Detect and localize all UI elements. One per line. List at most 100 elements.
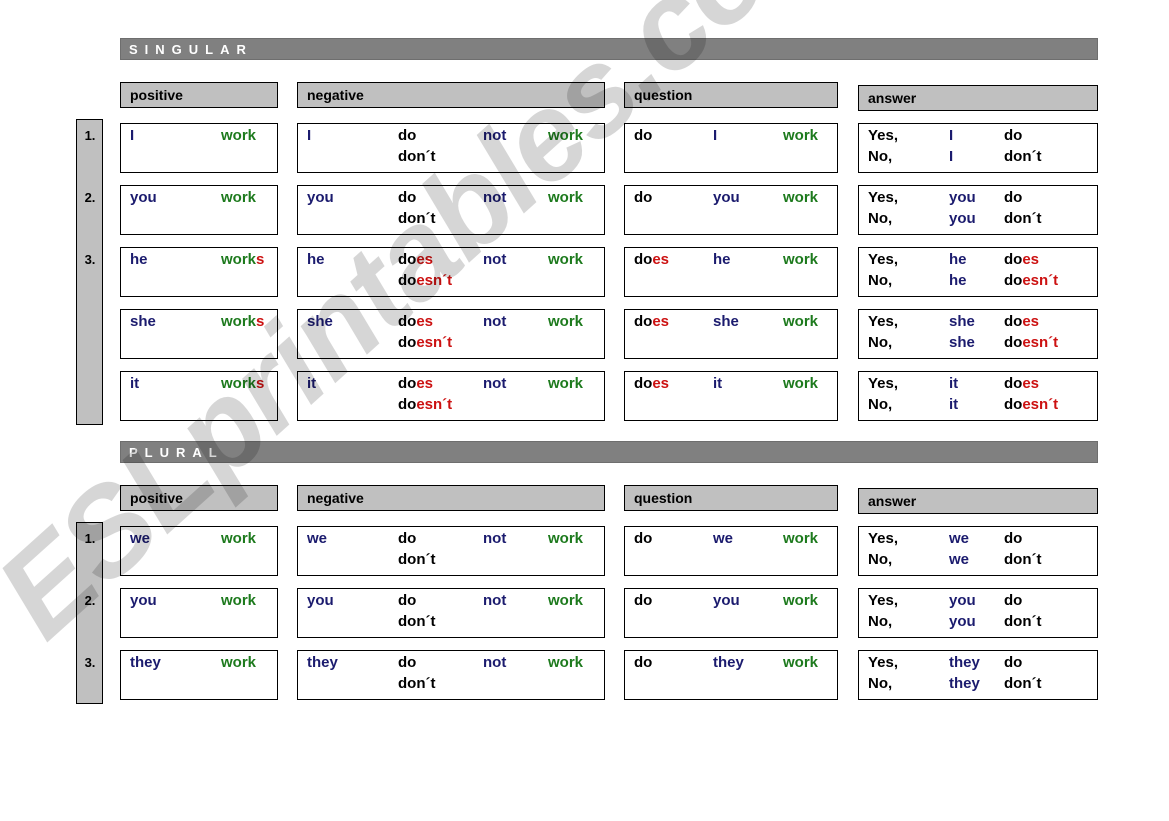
answer-no-subject: he <box>949 272 967 289</box>
negative-auxiliary: do <box>398 592 416 609</box>
negative-auxiliary-stem: do <box>398 654 417 671</box>
column-header-negative-singular: negative <box>297 82 605 108</box>
cell-answer[interactable]: Yes, No, I Ido don´t <box>858 123 1098 173</box>
negative-auxiliary-stem: do <box>398 530 417 547</box>
row-ordinal: 3. <box>84 655 96 670</box>
question-subject: you <box>713 189 740 206</box>
cell-positive[interactable]: you work <box>120 588 278 638</box>
negative-contraction: doesn´t <box>398 272 452 289</box>
answer-yes-auxiliary: do <box>1004 189 1022 206</box>
cell-answer[interactable]: Yes, No, they they do don´t <box>858 650 1098 700</box>
positive-subject: I <box>130 127 135 144</box>
answer-yes-lead: Yes, <box>868 127 899 144</box>
cell-negative[interactable]: you do don´t not work <box>297 185 605 235</box>
positive-verb-stem: work <box>221 592 257 609</box>
negative-contraction-suffix: esn´t <box>416 396 453 413</box>
positive-subject: he <box>130 251 148 268</box>
cell-question[interactable]: do Iwork <box>624 123 838 173</box>
cell-positive[interactable]: you work <box>120 185 278 235</box>
positive-verb-stem: work <box>221 127 257 144</box>
answer-yes-auxiliary-stem: do <box>1004 375 1023 392</box>
negative-contraction-stem: do <box>398 272 417 289</box>
negative-subject: I <box>307 127 312 144</box>
cell-negative[interactable]: you do don´t not work <box>297 588 605 638</box>
question-auxiliary-stem: do <box>634 313 653 330</box>
cell-answer[interactable]: Yes, No, you you do don´t <box>858 185 1098 235</box>
cell-answer[interactable]: Yes, No, it it does doesn´t <box>858 371 1098 421</box>
cell-question[interactable]: does he work <box>624 247 838 297</box>
negative-contraction: don´t <box>398 148 435 165</box>
answer-no-auxiliary-stem: do <box>1004 334 1023 351</box>
answer-yes-auxiliary-stem: do <box>1004 251 1023 268</box>
positive-verb: work <box>221 654 256 671</box>
cell-positive[interactable]: Iwork <box>120 123 278 173</box>
negative-verb: work <box>548 127 584 144</box>
negative-not: not <box>483 530 507 547</box>
cell-answer[interactable]: Yes, No, he he does doesn´t <box>858 247 1098 297</box>
question-subject: he <box>713 251 731 268</box>
positive-verb-suffix: s <box>256 251 265 268</box>
negative-contraction: don´t <box>398 613 435 630</box>
question-auxiliary: do <box>634 127 652 144</box>
column-header-answer-singular: answer <box>858 85 1098 111</box>
question-verb: work <box>783 530 819 547</box>
answer-no-auxiliary-stem: don´t <box>1004 148 1042 165</box>
positive-verb-stem: work <box>221 530 257 547</box>
cell-negative[interactable]: he does doesn´t not work <box>297 247 605 297</box>
answer-no-auxiliary-suffix: esn´t <box>1022 396 1059 413</box>
cell-positive[interactable]: we work <box>120 526 278 576</box>
cell-question[interactable]: do we work <box>624 526 838 576</box>
positive-verb-suffix: s <box>256 313 265 330</box>
question-verb: work <box>783 592 819 609</box>
answer-no-lead: No, <box>868 210 893 227</box>
column-header-answer-plural: answer <box>858 488 1098 514</box>
cell-answer[interactable]: Yes, No, she she does doesn´t <box>858 309 1098 359</box>
cell-positive[interactable]: it works <box>120 371 278 421</box>
negative-auxiliary-stem: do <box>398 592 417 609</box>
positive-verb: works <box>221 251 264 268</box>
cell-negative[interactable]: we do don´t not work <box>297 526 605 576</box>
negative-verb: work <box>548 375 584 392</box>
cell-positive[interactable]: he works <box>120 247 278 297</box>
answer-no-subject: they <box>949 675 980 692</box>
question-auxiliary: do <box>634 530 652 547</box>
cell-negative[interactable]: she does doesn´t not work <box>297 309 605 359</box>
negative-subject: we <box>307 530 328 547</box>
question-auxiliary-stem: do <box>634 251 653 268</box>
cell-question[interactable]: do you work <box>624 588 838 638</box>
answer-yes-lead: Yes, <box>868 251 899 268</box>
cell-positive[interactable]: they work <box>120 650 278 700</box>
cell-negative[interactable]: Ido don´t not work <box>297 123 605 173</box>
cell-question[interactable]: does it work <box>624 371 838 421</box>
cell-question[interactable]: do you work <box>624 185 838 235</box>
question-auxiliary-stem: do <box>634 189 653 206</box>
negative-contraction: don´t <box>398 210 435 227</box>
answer-yes-auxiliary-suffix: es <box>1022 313 1040 330</box>
answer-no-subject: it <box>949 396 959 413</box>
answer-yes-auxiliary-suffix: es <box>1022 251 1040 268</box>
negative-contraction-suffix: esn´t <box>416 272 453 289</box>
cell-question[interactable]: does she work <box>624 309 838 359</box>
cell-positive[interactable]: she works <box>120 309 278 359</box>
answer-no-lead: No, <box>868 272 893 289</box>
row-ordinal: 2. <box>84 593 96 608</box>
negative-contraction-stem: do <box>398 334 417 351</box>
cell-negative[interactable]: it does doesn´t not work <box>297 371 605 421</box>
positive-subject: we <box>130 530 151 547</box>
answer-no-auxiliary-stem: don´t <box>1004 210 1042 227</box>
question-auxiliary-stem: do <box>634 375 653 392</box>
answer-yes-lead: Yes, <box>868 189 899 206</box>
positive-verb: work <box>221 189 256 206</box>
negative-subject: you <box>307 592 334 609</box>
cell-question[interactable]: do they work <box>624 650 838 700</box>
answer-yes-subject: they <box>949 654 980 671</box>
column-header-question-plural: question <box>624 485 838 511</box>
negative-auxiliary: do <box>398 530 416 547</box>
section-band-singular: SINGULAR <box>120 38 1098 60</box>
answer-no-subject: I <box>949 148 954 165</box>
cell-answer[interactable]: Yes, No, you you do don´t <box>858 588 1098 638</box>
cell-negative[interactable]: they do don´t not work <box>297 650 605 700</box>
positive-verb-stem: work <box>221 654 257 671</box>
cell-answer[interactable]: Yes, No, we we do don´t <box>858 526 1098 576</box>
question-subject: she <box>713 313 739 330</box>
